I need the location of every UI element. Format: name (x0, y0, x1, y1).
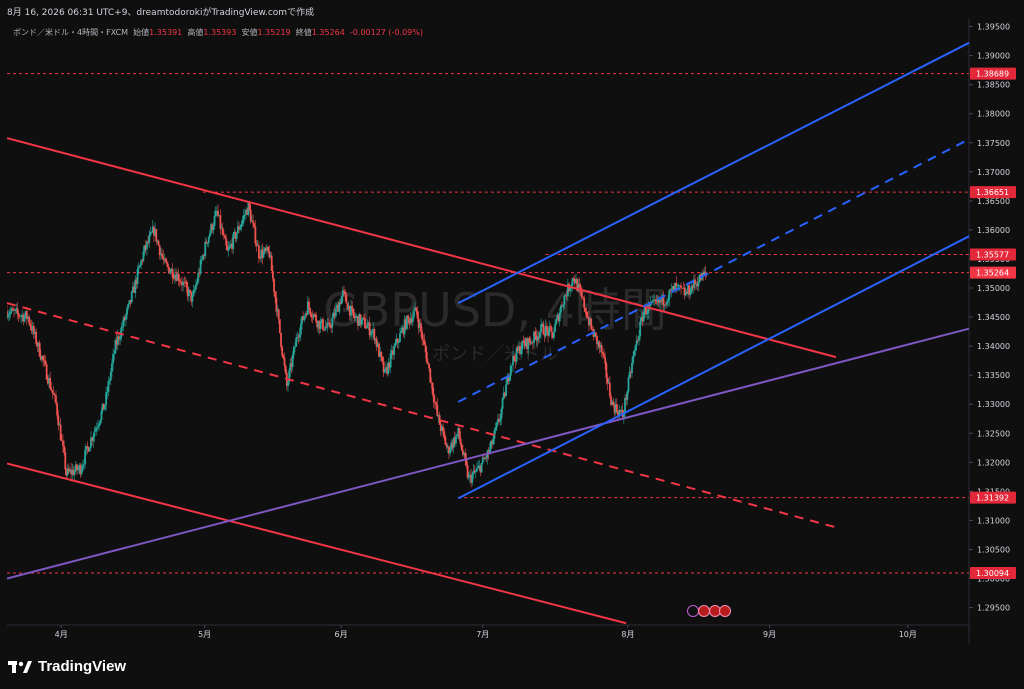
legend-low-value: 1.35219 (257, 28, 291, 37)
y-tick-label: 1.38000 (977, 110, 1010, 119)
tradingview-logo[interactable]: TradingView (8, 658, 126, 675)
y-tick-label: 1.39000 (977, 52, 1010, 61)
price-tag-label: 1.38689 (976, 70, 1009, 79)
y-tick-label: 1.37000 (977, 168, 1010, 177)
price-tag-label: 1.30094 (976, 569, 1009, 578)
y-tick-label: 1.32000 (977, 458, 1010, 467)
x-tick-label: 8月 (621, 630, 634, 639)
legend-close-value: 1.35264 (311, 28, 345, 37)
y-tick-label: 1.36000 (977, 226, 1010, 235)
ohlc-legend: ポンド／米ドル・4時間・FXCM 始値1.35391 高値1.35393 安値1… (13, 27, 423, 38)
y-tick-label: 1.29500 (977, 604, 1010, 613)
legend-high-value: 1.35393 (203, 28, 237, 37)
y-tick-label: 1.39500 (977, 23, 1010, 32)
y-tick-label: 1.35000 (977, 284, 1010, 293)
legend-high-label: 高値 (187, 28, 204, 37)
price-tag: 1.35264 (970, 266, 1016, 279)
price-tag: 1.35577 (970, 248, 1016, 261)
y-tick-label: 1.36500 (977, 197, 1010, 206)
y-tick-label: 1.33000 (977, 400, 1010, 409)
legend-symbol: ポンド／米ドル・4時間・FXCM (13, 28, 129, 37)
price-tag: 1.36651 (970, 186, 1016, 199)
chart-credit-text: 8月 16, 2026 06:31 UTC+9、dreamtodorokiがTr… (7, 8, 315, 18)
flag-event-icon[interactable] (698, 605, 710, 617)
legend-open-value: 1.35391 (149, 28, 183, 37)
candle (627, 374, 630, 395)
tradingview-logo-icon (8, 660, 32, 673)
chart-area[interactable]: GBPUSD, 4時間 ポンド／米ドル 1.39500 1.39000 1.3850… (7, 19, 1017, 644)
price-tag-label: 1.35577 (976, 250, 1009, 259)
y-tick-label: 1.38500 (977, 81, 1010, 90)
legend-open-label: 始値 (133, 28, 150, 37)
price-tag-label: 1.35264 (976, 269, 1009, 278)
x-tick-label: 5月 (198, 630, 211, 639)
candle (480, 462, 483, 474)
x-tick-label: 9月 (763, 630, 776, 639)
watermark-symbol: GBPUSD, 4時間 (323, 283, 667, 337)
y-tick-label: 1.37500 (977, 139, 1010, 148)
event-marker-icon[interactable] (687, 605, 699, 617)
flag-event-icon[interactable] (709, 605, 721, 617)
header-bar: 8月 16, 2026 06:31 UTC+9、dreamtodorokiがTr… (0, 0, 1024, 20)
legend-low-label: 安値 (241, 28, 258, 37)
flag-event-icon[interactable] (719, 605, 731, 617)
candle (590, 317, 593, 331)
candle (340, 295, 343, 305)
candle (130, 290, 133, 304)
x-tick-label: 10月 (899, 630, 917, 639)
price-tag-label: 1.36651 (976, 188, 1009, 197)
x-tick-label: 7月 (476, 630, 489, 639)
footer-bar (0, 644, 1024, 689)
price-tag: 1.30094 (970, 567, 1016, 580)
price-tag-label: 1.31392 (976, 494, 1009, 503)
candle (278, 319, 281, 334)
candle (429, 368, 432, 384)
legend-close-label: 終値 (295, 28, 312, 37)
legend-change-value: -0.00127 (-0.09%) (349, 28, 423, 37)
price-tag: 1.38689 (970, 67, 1016, 80)
chart-canvas[interactable]: GBPUSD, 4時間 ポンド／米ドル 1.39500 1.39000 1.3850… (7, 19, 1017, 644)
price-tag: 1.31392 (970, 491, 1016, 504)
y-tick-label: 1.31000 (977, 516, 1010, 525)
y-tick-label: 1.32500 (977, 429, 1010, 438)
x-tick-label: 4月 (55, 630, 68, 639)
candle (45, 362, 48, 381)
y-tick-label: 1.34500 (977, 313, 1010, 322)
brand-name: TradingView (38, 658, 127, 675)
y-tick-label: 1.34000 (977, 342, 1010, 351)
candle (88, 446, 91, 452)
y-tick-label: 1.33500 (977, 371, 1010, 380)
watermark-name: ポンド／米ドル (432, 344, 558, 365)
x-tick-label: 6月 (335, 630, 348, 639)
y-tick-label: 1.30500 (977, 545, 1010, 554)
